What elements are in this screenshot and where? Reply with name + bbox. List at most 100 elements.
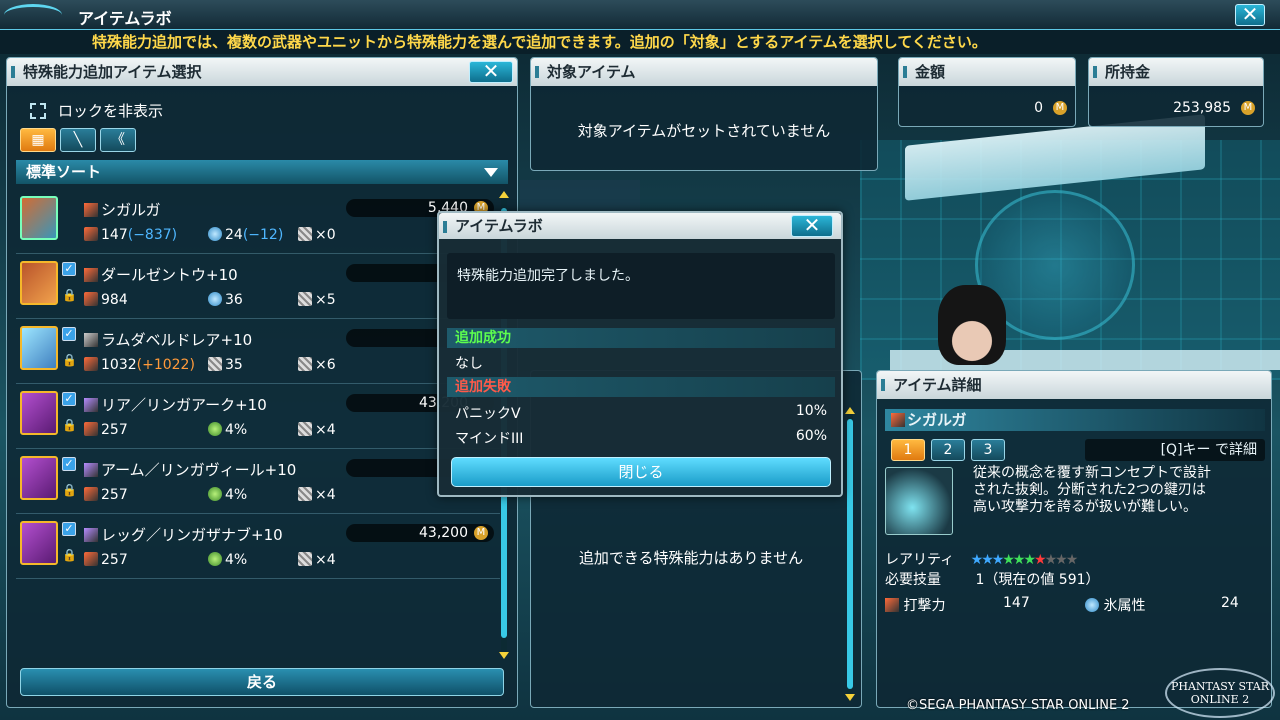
sort-label: 標準ソート xyxy=(26,163,102,181)
scroll-down-icon[interactable] xyxy=(845,694,855,701)
item-ele: 4% xyxy=(208,552,247,568)
meseta-icon: M xyxy=(474,526,488,540)
dialog-title-text: アイテムラボ xyxy=(455,217,543,235)
defense-icon xyxy=(84,552,98,566)
rarity-label: レアリティ xyxy=(885,552,955,568)
item-name-text: アーム／リンガヴィール+10 xyxy=(101,461,297,479)
item-atk-mod: (+1022) xyxy=(136,357,195,373)
slot-icon xyxy=(298,552,312,566)
item-thumbnail-icon xyxy=(20,391,58,435)
item-thumbnail-icon xyxy=(20,261,58,305)
dialog-close-confirm-button[interactable]: 閉じる xyxy=(451,457,831,487)
item-details-title: アイテム詳細 xyxy=(877,371,1271,399)
lock-checkbox[interactable] xyxy=(30,103,46,119)
item-row[interactable]: ✓ 🔒 リア／リンガアーク+10 43,200 257 4% ×4 xyxy=(16,386,500,449)
back-button[interactable]: 戻る xyxy=(20,668,504,696)
shop-npc-character xyxy=(938,285,1006,365)
item-atk: 147(−837) xyxy=(84,227,177,243)
item-ele-value: 36 xyxy=(225,292,243,308)
item-name-text: ラムダベルドレア+10 xyxy=(101,331,253,349)
detail-description-line: 高い攻撃力を誇るが扱いが難しい。 xyxy=(973,499,1197,515)
unit-icon xyxy=(84,398,98,412)
filter-all-button[interactable]: ▦ xyxy=(20,128,56,152)
item-row[interactable]: シガルガ 5,440 M 147(−837) 24(−12) ×0 xyxy=(16,191,500,254)
filter-weapon-button[interactable]: ╲ xyxy=(60,128,96,152)
success-label: 追加成功 xyxy=(447,328,835,348)
item-slots: ×4 xyxy=(298,487,336,503)
checkmark-icon: ✓ xyxy=(62,457,76,471)
item-select-title: 特殊能力追加アイテム選択 ✕ xyxy=(7,58,517,86)
item-ele: 35 xyxy=(208,357,243,373)
item-row[interactable]: ✓ 🔒 レッグ／リンガザナブ+10 43,200 M 257 4% ×4 xyxy=(16,516,500,579)
requirement-value: 1（現在の値 591） xyxy=(975,572,1100,588)
item-slots-value: ×6 xyxy=(315,357,336,373)
sword-icon xyxy=(84,203,98,217)
ability-scroll-thumb[interactable] xyxy=(847,419,853,689)
detail-page-1-button[interactable]: 1 xyxy=(891,439,925,461)
item-ele: 36 xyxy=(208,292,243,308)
sort-dropdown[interactable]: 標準ソート xyxy=(16,160,508,184)
item-atk-value: 1032 xyxy=(101,357,137,373)
instruction-notice: 特殊能力追加では、複数の武器やユニットから特殊能力を選んで追加できます。追加の「… xyxy=(0,30,1280,54)
lab-result-dialog: アイテムラボ ✕ 特殊能力追加完了しました。 追加成功 なし 追加失敗 パニック… xyxy=(437,211,843,497)
money-value: 253,985 xyxy=(1173,100,1231,116)
window-title-bar: アイテムラボ ✕ xyxy=(0,0,1280,30)
money-panel: 所持金 253,985 M xyxy=(1088,57,1264,127)
item-row[interactable]: ✓ 🔒 ダールゼントウ+10 47 984 36 ×5 xyxy=(16,256,500,319)
item-ele-value: 4% xyxy=(225,487,248,503)
slot-icon xyxy=(298,292,312,306)
unit-icon xyxy=(84,463,98,477)
attack-value: 147 xyxy=(1003,595,1030,611)
item-thumbnail-icon xyxy=(20,196,58,240)
copyright-text: ©SEGA PHANTASY STAR ONLINE 2 xyxy=(906,698,1130,713)
filter-unit-button[interactable]: 《 xyxy=(100,128,136,152)
element-icon xyxy=(208,227,222,241)
scroll-up-icon[interactable] xyxy=(499,191,509,198)
ice-label: 氷属性 xyxy=(1103,598,1146,614)
detail-item-name: シガルガ xyxy=(885,409,1265,431)
lock-toggle[interactable]: ロックを非表示 xyxy=(30,100,163,121)
item-name: シガルガ xyxy=(84,199,161,220)
slot-icon xyxy=(298,357,312,371)
item-price: 43,200 M xyxy=(346,524,494,542)
scroll-down-icon[interactable] xyxy=(499,652,509,659)
resist-icon xyxy=(208,422,222,436)
item-thumbnail-icon xyxy=(20,456,58,500)
checkmark-icon: ✓ xyxy=(62,522,76,536)
detail-page-2-button[interactable]: 2 xyxy=(931,439,965,461)
item-image-icon xyxy=(885,467,953,535)
ability-list-scrollbar[interactable] xyxy=(845,407,855,701)
unit-icon xyxy=(84,528,98,542)
rarity-star-icon: ★ xyxy=(1065,552,1079,568)
detail-item-name-text: シガルガ xyxy=(907,411,967,429)
dialog-close-button[interactable]: ✕ xyxy=(791,215,833,237)
menu-arc-icon xyxy=(4,4,62,26)
item-atk: 257 xyxy=(84,487,128,503)
item-atk: 257 xyxy=(84,552,128,568)
item-name: アーム／リンガヴィール+10 xyxy=(84,459,296,480)
detail-page-3-button[interactable]: 3 xyxy=(971,439,1005,461)
window-close-button[interactable]: ✕ xyxy=(1235,4,1265,26)
item-name: リア／リンガアーク+10 xyxy=(84,394,267,415)
resist-icon xyxy=(208,552,222,566)
lock-icon: 🔒 xyxy=(62,483,77,497)
item-select-close-button[interactable]: ✕ xyxy=(469,61,513,83)
scroll-up-icon[interactable] xyxy=(845,407,855,414)
item-slots-value: ×4 xyxy=(315,422,336,438)
item-ele: 4% xyxy=(208,422,247,438)
dialog-message: 特殊能力追加完了しました。 xyxy=(447,253,835,319)
item-slots: ×6 xyxy=(298,357,336,373)
fail-item: マインドIII 60% xyxy=(455,428,831,448)
lock-icon: 🔒 xyxy=(62,353,77,367)
item-atk-value: 257 xyxy=(101,422,128,438)
item-atk: 1032(+1022) xyxy=(84,357,195,373)
attack-row: 打撃力 147 氷属性 24 xyxy=(885,595,1265,615)
item-row[interactable]: ✓ 🔒 アーム／リンガヴィール+10 43 257 4% ×4 xyxy=(16,451,500,514)
detail-description-line: された抜剣。分断された2つの鍵刃は xyxy=(973,482,1206,498)
success-item: なし xyxy=(455,353,831,373)
dual-blade-icon xyxy=(84,333,98,347)
item-name: ラムダベルドレア+10 xyxy=(84,329,252,350)
item-row[interactable]: ✓ 🔒 ラムダベルドレア+10 48 1032(+1022) 35 ×6 xyxy=(16,321,500,384)
item-ele: 4% xyxy=(208,487,247,503)
item-slots: ×4 xyxy=(298,422,336,438)
